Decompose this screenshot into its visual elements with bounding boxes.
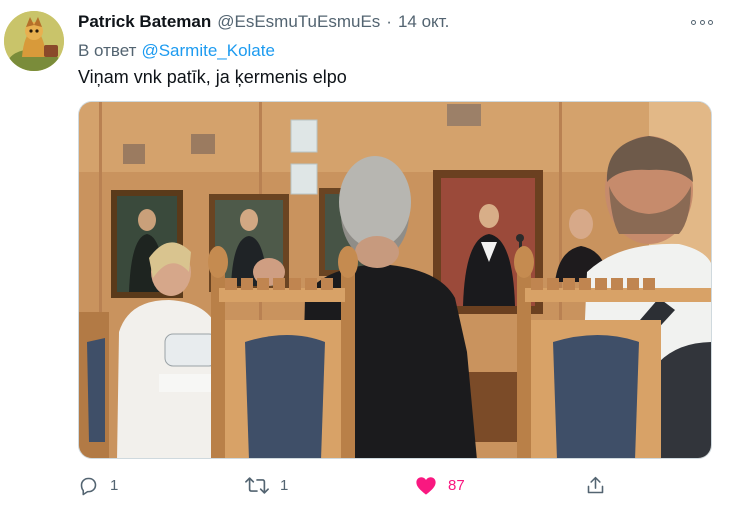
tweet-header: Patrick Bateman @EsEsmuTuEsmuEs · 14 окт…: [78, 12, 449, 32]
more-icon[interactable]: [691, 14, 713, 30]
author-handle[interactable]: @EsEsmuTuEsmuEs: [217, 12, 380, 32]
reply-count: 1: [110, 476, 119, 494]
reply-button[interactable]: 1: [78, 470, 118, 500]
tweet-photo[interactable]: [78, 101, 712, 459]
tweet-text: Viņam vnk patīk, ja ķermenis elpo: [78, 67, 347, 87]
more-dot: [708, 19, 713, 25]
retweet-count: 1: [280, 476, 289, 494]
more-dot: [699, 19, 705, 25]
share-button[interactable]: [585, 470, 606, 500]
tweet[interactable]: Patrick Bateman @EsEsmuTuEsmuEs · 14 окт…: [0, 0, 733, 509]
tweet-date[interactable]: 14 окт.: [398, 12, 449, 32]
reply-context: В ответ @Sarmite_Kolate: [78, 41, 275, 61]
share-icon: [585, 475, 606, 496]
avatar[interactable]: [4, 11, 64, 71]
retweet-icon: [245, 475, 269, 496]
reply-icon: [78, 475, 99, 496]
header-separator: ·: [386, 12, 392, 31]
heart-icon: [415, 475, 437, 496]
photo-scene: [79, 102, 711, 458]
like-count: 87: [448, 476, 465, 494]
author-name[interactable]: Patrick Bateman: [78, 12, 211, 32]
reply-prefix: В ответ: [78, 41, 137, 60]
tweet-actions: 1 1 87: [78, 470, 718, 500]
reply-mention-link[interactable]: @Sarmite_Kolate: [141, 41, 275, 60]
retweet-button[interactable]: 1: [245, 470, 288, 500]
like-button[interactable]: 87: [415, 470, 465, 500]
more-dot: [691, 19, 696, 25]
